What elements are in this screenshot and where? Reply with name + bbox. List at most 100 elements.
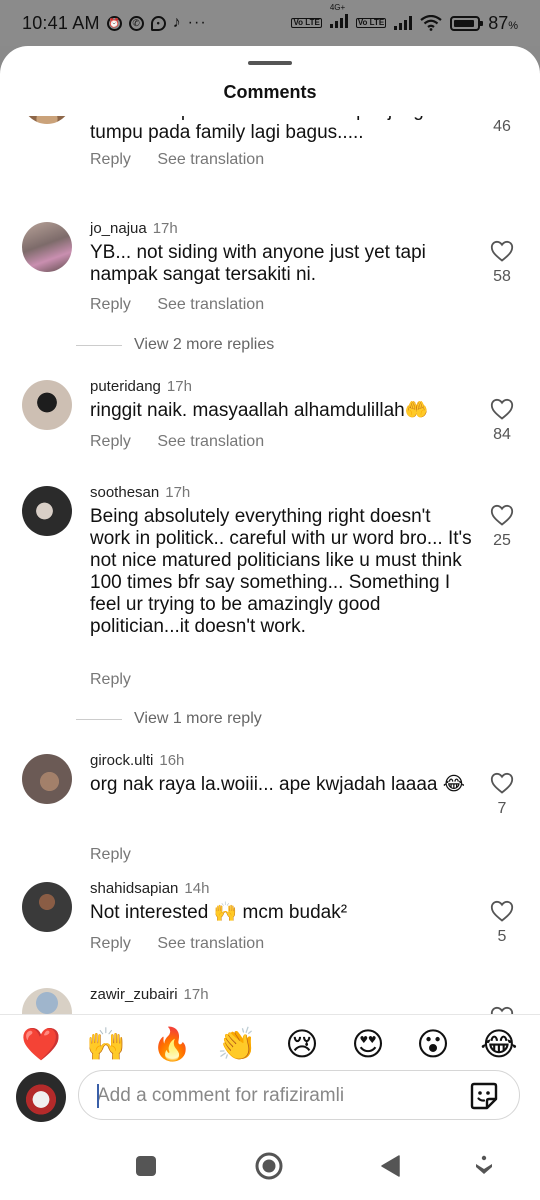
comment-time: 17h (183, 986, 209, 1003)
reply-button[interactable]: Reply (90, 846, 131, 863)
comment-actions: Reply See translation (90, 151, 286, 169)
reply-thread-line (76, 718, 122, 720)
square-icon[interactable] (132, 1152, 160, 1180)
like-count: 58 (493, 268, 511, 285)
comment-meta: zawir_zubairi 17h (90, 986, 209, 1003)
view-replies-label: View 2 more replies (134, 336, 275, 353)
comment-actions: Reply See translation (90, 433, 286, 451)
comment-text: org nak raya la.woiii... ape kwjadah laa… (90, 774, 465, 795)
comments-sheet: Comments Nak bulan puasa dah ni......cut… (0, 46, 540, 1200)
see-translation-button[interactable]: See translation (157, 296, 264, 313)
like-button[interactable]: 84 (489, 398, 515, 444)
reaction-raised-hands-button[interactable]: 🙌 (86, 1024, 126, 1064)
reaction-laughing-button[interactable]: 😂 (479, 1024, 519, 1064)
like-count: 46 (493, 118, 511, 135)
view-replies-label: View 1 more reply (134, 710, 262, 727)
status-bar: 10:41 AM ⏰ ✆ • ♪ ··· Vo LTE 4G+ Vo LTE 8… (0, 0, 540, 46)
like-count: 7 (497, 800, 507, 817)
view-more-replies[interactable]: View 2 more replies (76, 336, 274, 354)
comment-text: YB... not siding with anyone just yet ta… (90, 242, 426, 285)
avatar[interactable] (22, 380, 72, 430)
comment-time: 17h (152, 220, 178, 237)
signal2-icon (394, 16, 413, 30)
wifi-icon (420, 15, 442, 31)
comment-time: 17h (166, 378, 192, 395)
drag-handle[interactable] (248, 61, 292, 65)
comment-text: ringgit naik. masyaallah alhamdulillah🤲 (90, 400, 429, 421)
reply-button[interactable]: Reply (90, 671, 131, 688)
my-avatar (16, 1072, 66, 1122)
heart-outline-icon (490, 398, 514, 420)
comment-input[interactable] (97, 1083, 457, 1109)
reaction-heart-eyes-button[interactable]: 😍 (348, 1024, 388, 1064)
more-notifications-icon: ··· (187, 14, 207, 31)
signal1-icon: 4G+ (329, 3, 348, 33)
comment-time: 14h (184, 880, 210, 897)
network-type: 4G+ (329, 3, 346, 12)
like-count: 84 (493, 426, 511, 443)
down-arrow-icon[interactable] (470, 1152, 498, 1180)
comment-meta: girock.ulti 16h (90, 752, 184, 769)
comment-input-box[interactable] (78, 1070, 520, 1120)
comment-actions: Reply (90, 846, 153, 864)
see-translation-button[interactable]: See translation (157, 151, 264, 168)
reaction-surprised-button[interactable]: 😮 (413, 1024, 453, 1064)
comment-meta: puteridang 17h (90, 378, 192, 395)
like-count: 5 (497, 928, 507, 945)
view-more-replies[interactable]: View 1 more reply (76, 710, 262, 728)
username[interactable]: girock.ulti (90, 752, 153, 769)
alarm-icon: ⏰ (106, 15, 122, 31)
volte2-badge: Vo LTE (355, 18, 387, 28)
like-button[interactable]: 7 (489, 772, 515, 818)
comments-list[interactable]: Nak bulan puasa dah ni......cuti panjang… (0, 116, 540, 1015)
username[interactable]: zawir_zubairi (90, 986, 178, 1003)
status-right: Vo LTE 4G+ Vo LTE 87% (291, 3, 518, 34)
heart-outline-icon (490, 772, 514, 794)
username[interactable]: jo_najua (90, 220, 147, 237)
triangle-back-icon[interactable] (377, 1152, 405, 1180)
system-nav-bar (0, 1130, 540, 1200)
comment-meta: soothesan 17h (90, 484, 190, 501)
reply-button[interactable]: Reply (90, 433, 131, 450)
sticker-icon[interactable] (468, 1080, 500, 1112)
battery-percent: 87% (488, 12, 518, 33)
avatar[interactable] (22, 988, 72, 1015)
like-count: 25 (493, 532, 511, 549)
status-left: 10:41 AM ⏰ ✆ • ♪ ··· (22, 13, 207, 34)
avatar[interactable] (22, 222, 72, 272)
see-translation-button[interactable]: See translation (157, 935, 264, 952)
like-button[interactable]: 5 (489, 900, 515, 946)
reply-thread-line (76, 344, 122, 346)
comment-time: 16h (159, 752, 185, 769)
reply-button[interactable]: Reply (90, 151, 131, 168)
reaction-fire-button[interactable]: 🔥 (152, 1024, 192, 1064)
whatsapp-icon: ✆ (128, 15, 144, 31)
comment-composer (0, 1070, 540, 1128)
like-button[interactable]: 46 (489, 116, 515, 136)
avatar[interactable] (22, 486, 72, 536)
avatar[interactable] (22, 882, 72, 932)
reaction-crying-button[interactable]: 😢 (282, 1024, 322, 1064)
sheet-title: Comments (223, 82, 317, 102)
composer-divider (0, 1014, 540, 1015)
avatar[interactable] (22, 754, 72, 804)
battery-icon (450, 15, 484, 31)
reaction-heart-button[interactable]: ❤️ (21, 1024, 61, 1064)
comment-text: Nak bulan puasa dah ni......cuti panjang… (90, 116, 424, 143)
status-time: 10:41 AM (22, 12, 100, 33)
like-button[interactable]: 58 (489, 240, 515, 286)
heart-outline-icon (490, 504, 514, 526)
reply-button[interactable]: Reply (90, 935, 131, 952)
avatar[interactable] (22, 116, 72, 124)
reply-button[interactable]: Reply (90, 296, 131, 313)
username[interactable]: puteridang (90, 378, 161, 395)
like-button[interactable]: 25 (489, 504, 515, 550)
circle-icon[interactable] (255, 1152, 283, 1180)
username[interactable]: shahidsapian (90, 880, 178, 897)
see-translation-button[interactable]: See translation (157, 433, 264, 450)
comment-meta: shahidsapian 14h (90, 880, 209, 897)
heart-outline-icon (490, 240, 514, 262)
comment-time: 17h (165, 484, 191, 501)
username[interactable]: soothesan (90, 484, 159, 501)
reaction-clap-button[interactable]: 👏 (217, 1024, 257, 1064)
